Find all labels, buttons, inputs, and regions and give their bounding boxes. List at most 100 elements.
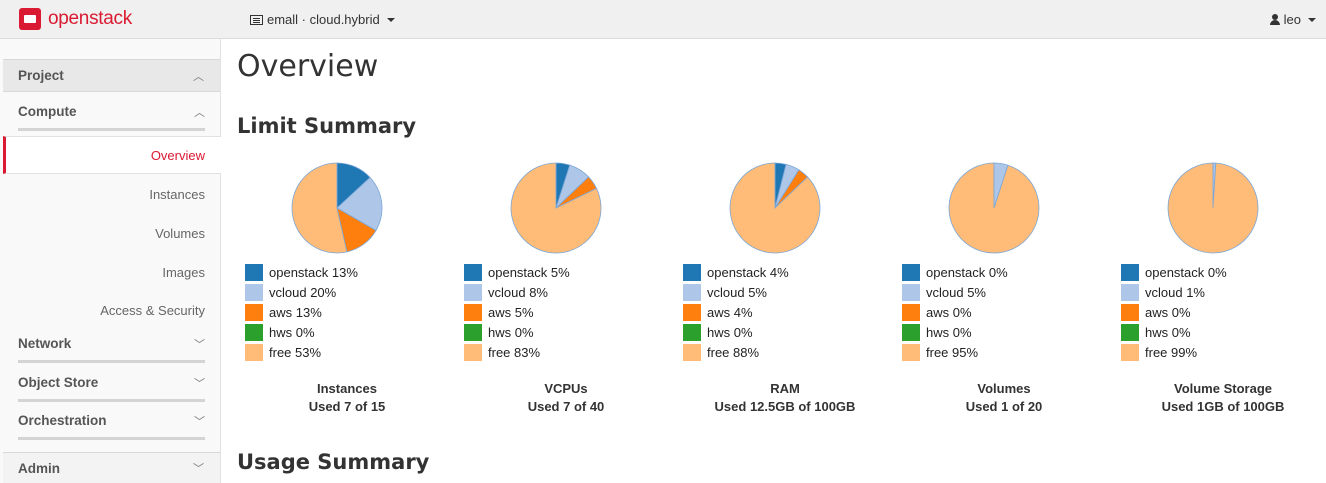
sidebar-item-volumes[interactable]: Volumes [3,215,221,253]
legend-item-openstack: openstack 5% [464,262,570,282]
legend-swatch [1121,323,1139,341]
legend-swatch [683,323,701,341]
legend-item-free: free 83% [464,342,570,362]
sidebar-panel-label: Compute [18,104,77,119]
sidebar-panel-compute[interactable]: Compute ︿ [18,95,205,131]
legend-item-free: free 99% [1121,342,1227,362]
legend-label: free 95% [926,344,979,360]
chevron-down-icon: ﹀ [194,415,205,428]
pie-usage-text: Used 1 of 20 [965,399,1043,414]
legend-item-hws: hws 0% [464,322,570,342]
sidebar-item-access-security[interactable]: Access & Security [3,292,221,330]
legend-label: free 99% [1145,344,1198,360]
legend-swatch [245,343,263,361]
legend-label: openstack 5% [488,264,570,280]
pie-slice-free [1167,162,1259,254]
pie-legend: openstack 0% vcloud 1% aws 0% hws 0% free 99… [1121,262,1227,362]
legend-label: vcloud 20% [269,284,337,300]
user-name: leo [1283,12,1301,27]
user-menu-dropdown[interactable]: leo [1269,12,1316,27]
legend-label: hws 0% [1145,324,1191,340]
sidebar-item-images[interactable]: Images [3,254,221,292]
legend-swatch [1121,303,1139,321]
legend-swatch [902,303,920,321]
legend-swatch [902,343,920,361]
legend-label: openstack 13% [269,264,358,280]
sidebar-section-admin[interactable]: Admin ﹀ [3,452,220,483]
pie-svg [510,162,602,254]
openstack-logo-icon [19,8,41,30]
legend-swatch [245,263,263,281]
legend-swatch [464,343,482,361]
pie-caption: RAM Used 12.5GB of 100GB [675,380,895,416]
sidebar-panel-label: Orchestration [18,413,107,428]
legend-swatch [1121,263,1139,281]
legend-item-free: free 95% [902,342,1008,362]
pie-title: RAM [770,381,800,396]
sidebar-item-overview[interactable]: Overview [3,136,221,174]
chevron-down-icon: ﹀ [194,338,205,351]
legend-swatch [245,303,263,321]
legend-swatch [902,323,920,341]
legend-label: hws 0% [707,324,753,340]
legend-item-hws: hws 0% [902,322,1008,342]
legend-item-aws: aws 0% [902,302,1008,322]
legend-item-hws: hws 0% [245,322,358,342]
legend-label: openstack 0% [926,264,1008,280]
caret-down-icon [386,17,395,22]
legend-swatch [683,263,701,281]
pie-svg [729,162,821,254]
legend-label: vcloud 1% [1145,284,1205,300]
chevron-down-icon: ﹀ [193,463,204,475]
legend-item-aws: aws 4% [683,302,789,322]
sidebar-section-label: Project [18,68,64,83]
legend-swatch [902,263,920,281]
legend-item-hws: hws 0% [1121,322,1227,342]
pie-svg [291,162,383,254]
page-title: Overview [237,49,379,84]
sidebar-panel-label: Object Store [18,375,99,390]
legend-swatch [464,263,482,281]
legend-label: aws 13% [269,304,322,320]
legend-item-openstack: openstack 4% [683,262,789,282]
legend-item-aws: aws 0% [1121,302,1227,322]
pie-legend: openstack 0% vcloud 5% aws 0% hws 0% free 95… [902,262,1008,362]
legend-label: aws 0% [926,304,972,320]
sidebar-panel-object-store[interactable]: Object Store ﹀ [18,366,205,402]
pie-slice-free [948,162,1040,254]
server-icon [250,14,263,25]
legend-label: aws 0% [1145,304,1191,320]
legend-label: free 83% [488,344,541,360]
top-navbar: openstack emall · cloud.hybrid leo [0,0,1326,39]
legend-swatch [1121,283,1139,301]
sidebar: Project ︿ Compute ︿ Overview Instances V… [0,39,221,483]
pie-caption: Volumes Used 1 of 20 [894,380,1114,416]
sidebar-panel-orchestration[interactable]: Orchestration ﹀ [18,404,205,440]
project-context-dropdown[interactable]: emall · cloud.hybrid [250,12,395,27]
project-context-label: emall · cloud.hybrid [267,12,380,27]
legend-label: free 53% [269,344,322,360]
legend-item-free: free 53% [245,342,358,362]
sidebar-section-label: Admin [18,460,60,476]
usage-summary-heading: Usage Summary [237,450,430,474]
legend-item-vcloud: vcloud 5% [683,282,789,302]
pie-svg [948,162,1040,254]
brand-link[interactable]: openstack [19,6,132,32]
legend-item-openstack: openstack 0% [1121,262,1227,282]
sidebar-item-instances[interactable]: Instances [3,176,221,214]
brand-name: openstack [48,8,132,29]
legend-swatch [683,303,701,321]
legend-item-hws: hws 0% [683,322,789,342]
pie-title: Instances [317,381,377,396]
limit-summary-heading: Limit Summary [237,114,417,138]
pie-svg [1167,162,1259,254]
pie-legend: openstack 5% vcloud 8% aws 5% hws 0% free 83… [464,262,570,362]
pie-caption: Volume Storage Used 1GB of 100GB [1113,380,1326,416]
legend-swatch [464,303,482,321]
legend-label: openstack 0% [1145,264,1227,280]
legend-label: hws 0% [926,324,972,340]
legend-swatch [683,343,701,361]
sidebar-panel-network[interactable]: Network ﹀ [18,327,205,363]
sidebar-section-project[interactable]: Project ︿ [3,59,220,92]
pie-usage-text: Used 12.5GB of 100GB [714,399,856,414]
